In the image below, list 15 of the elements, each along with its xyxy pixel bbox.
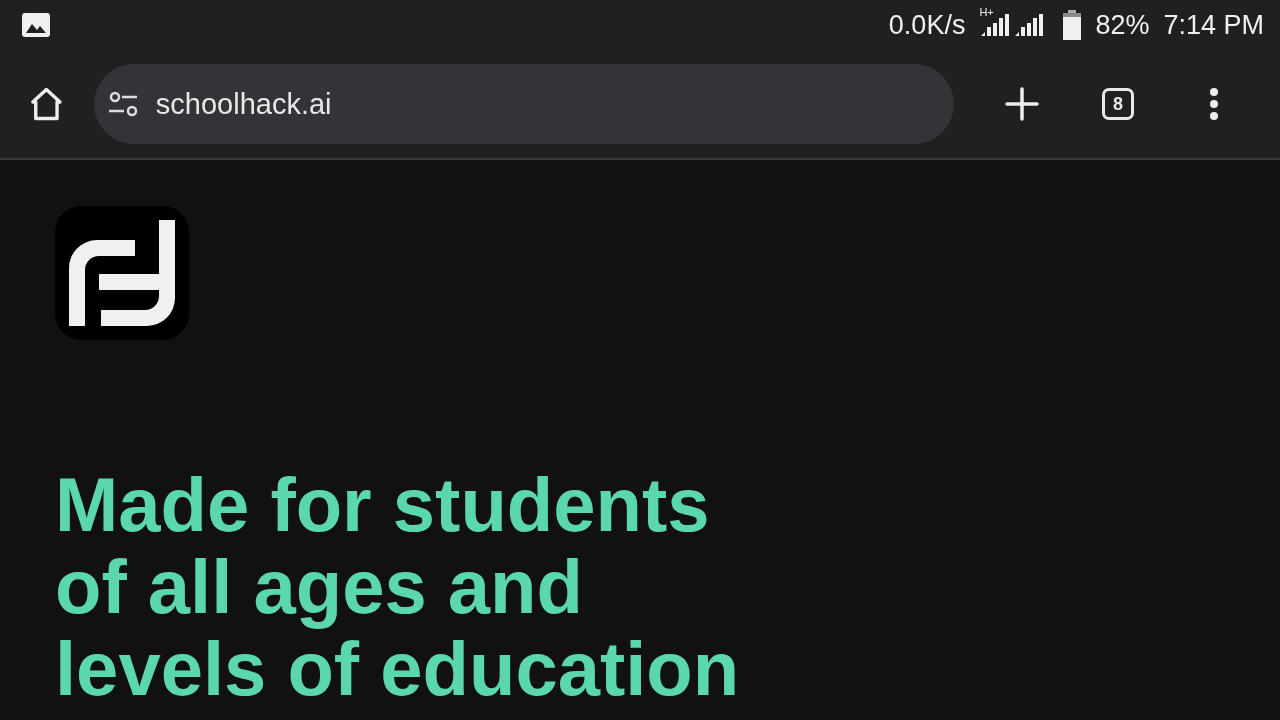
address-bar[interactable]: schoolhack.ai	[93, 64, 954, 144]
menu-icon	[1209, 87, 1219, 121]
network-type: H+	[979, 6, 994, 18]
url-text: schoolhack.ai	[155, 87, 332, 121]
tab-count-button[interactable]: 8	[1102, 88, 1134, 120]
logo-icon	[55, 206, 189, 340]
image-icon	[22, 13, 50, 37]
headline: Made for students of all ages and levels of education	[55, 464, 741, 710]
home-icon[interactable]	[28, 85, 65, 123]
battery-icon	[1063, 10, 1082, 40]
plus-icon	[1005, 87, 1039, 121]
clock: 7:14 PM	[1163, 9, 1264, 41]
network-speed: 0.0K/s	[888, 9, 966, 41]
battery-percent: 82%	[1095, 9, 1150, 41]
site-settings-icon[interactable]	[107, 91, 138, 117]
